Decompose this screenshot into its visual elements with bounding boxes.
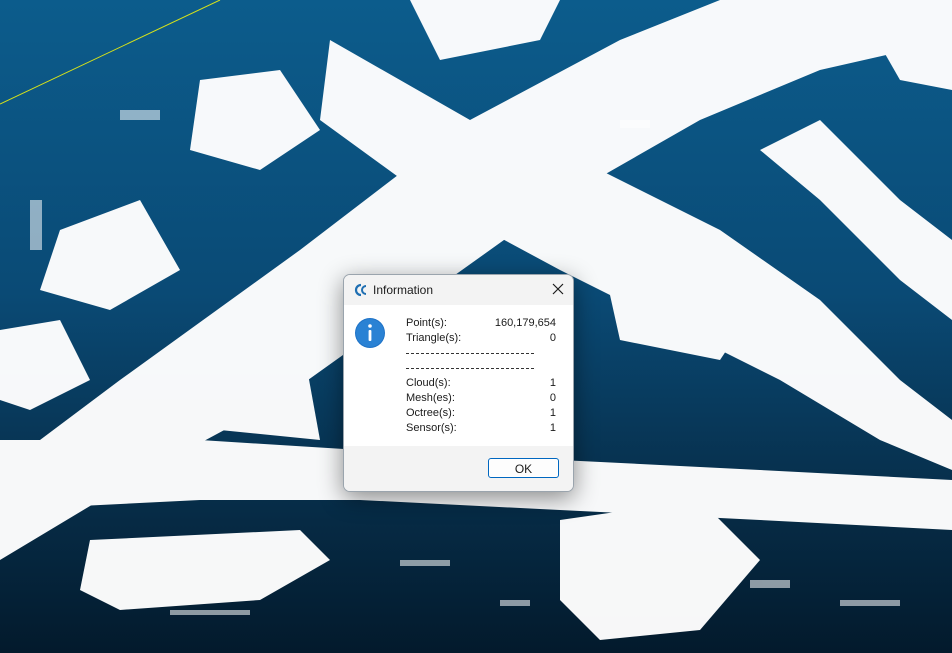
info-row: Octree(s): 1 <box>406 406 556 421</box>
information-dialog: Information Point(s): 160,179,654 Triang… <box>343 274 574 492</box>
row-value: 0 <box>549 392 556 404</box>
row-value: 1 <box>549 407 556 419</box>
close-icon <box>552 283 564 295</box>
row-label: Mesh(es): <box>406 392 455 404</box>
dialog-title: Information <box>373 283 434 297</box>
row-label: Point(s): <box>406 317 447 329</box>
dialog-content: Point(s): 160,179,654 Triangle(s): 0 Clo… <box>344 305 573 446</box>
row-label: Cloud(s): <box>406 377 451 389</box>
close-button[interactable] <box>543 275 573 305</box>
separator <box>406 346 556 361</box>
info-icon <box>354 317 386 349</box>
row-label: Triangle(s): <box>406 332 462 344</box>
separator <box>406 361 556 376</box>
row-label: Sensor(s): <box>406 422 457 434</box>
ok-button[interactable]: OK <box>488 458 559 478</box>
dialog-titlebar[interactable]: Information <box>344 275 573 305</box>
dialog-footer: OK <box>344 446 573 491</box>
cloudcompare-icon <box>352 282 368 298</box>
info-summary: Point(s): 160,179,654 Triangle(s): 0 Clo… <box>406 316 556 436</box>
row-value: 160,179,654 <box>494 317 556 329</box>
info-row: Point(s): 160,179,654 <box>406 316 556 331</box>
row-value: 1 <box>549 377 556 389</box>
row-value: 1 <box>549 422 556 434</box>
info-row: Triangle(s): 0 <box>406 331 556 346</box>
info-row: Cloud(s): 1 <box>406 376 556 391</box>
row-label: Octree(s): <box>406 407 455 419</box>
info-row: Mesh(es): 0 <box>406 391 556 406</box>
info-row: Sensor(s): 1 <box>406 421 556 436</box>
row-value: 0 <box>549 332 556 344</box>
